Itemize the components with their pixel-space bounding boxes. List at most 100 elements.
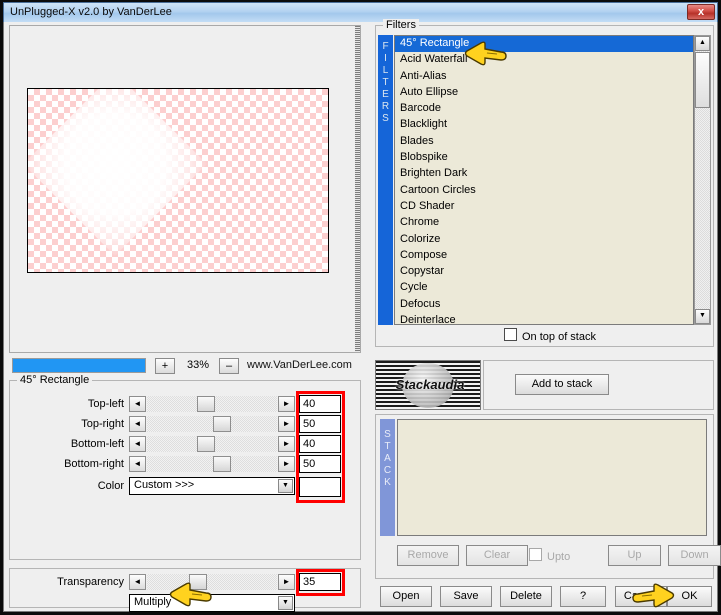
scroll-down-icon[interactable]: ▼ — [695, 309, 710, 324]
stack-side-label: STACK — [380, 419, 395, 536]
list-item[interactable]: Chrome — [395, 215, 693, 231]
param-value-field[interactable]: 50 — [299, 455, 341, 473]
param-label: Top-left — [87, 398, 124, 410]
on-top-of-stack-label: On top of stack — [522, 331, 596, 343]
list-item[interactable]: Anti-Alias — [395, 69, 693, 85]
color-dropdown[interactable]: Custom >>> ▼ — [129, 477, 295, 495]
dialog-buttons: Open Save Delete ? Cancel OK — [375, 584, 714, 610]
decrement-arrow-icon[interactable]: ◄ — [129, 574, 146, 590]
website-link[interactable]: www.VanDerLee.com — [247, 359, 352, 371]
param-value-field[interactable]: 40 — [299, 395, 341, 413]
slider-thumb[interactable] — [197, 396, 215, 412]
filters-scrollbar[interactable]: ▲ ▼ — [694, 35, 711, 325]
transparency-value-field[interactable]: 35 — [299, 573, 341, 591]
transparency-label: Transparency — [57, 576, 124, 588]
stack-list[interactable] — [397, 419, 707, 536]
zoom-out-button[interactable]: – — [219, 358, 239, 374]
preview-scrollbar[interactable] — [355, 26, 360, 352]
on-top-of-stack-checkbox[interactable] — [504, 328, 517, 341]
transparency-group: Transparency ◄ ► 35 Multiply ▼ — [9, 568, 361, 612]
preview-canvas[interactable] — [27, 88, 329, 273]
param-row-top-left: Top-left ◄ ► 40 — [10, 395, 360, 415]
zoom-in-button[interactable]: + — [155, 358, 175, 374]
chevron-down-icon[interactable]: ▼ — [278, 479, 293, 493]
stack-group: STACK Remove Clear Upto Up Down — [375, 414, 721, 579]
param-row-bottom-left: Bottom-left ◄ ► 40 — [10, 435, 360, 455]
upto-option[interactable]: Upto — [529, 548, 570, 563]
param-label: Bottom-right — [64, 458, 124, 470]
list-item[interactable]: Cartoon Circles — [395, 183, 693, 199]
param-value-field[interactable]: 40 — [299, 435, 341, 453]
param-row-color: Color Custom >>> ▼ — [10, 477, 360, 499]
list-item[interactable]: Blades — [395, 134, 693, 150]
slider-track[interactable] — [147, 396, 277, 412]
add-to-stack-button[interactable]: Add to stack — [515, 374, 609, 395]
list-item[interactable]: 45° Rectangle — [395, 36, 693, 53]
help-button[interactable]: ? — [560, 586, 606, 607]
cancel-button[interactable]: Cancel — [615, 586, 667, 607]
slider-thumb[interactable] — [189, 574, 207, 590]
open-button[interactable]: Open — [380, 586, 432, 607]
zoom-progress-bar — [12, 358, 146, 373]
transparency-row: Transparency ◄ ► 35 — [10, 573, 360, 593]
list-item[interactable]: Auto Ellipse — [395, 85, 693, 101]
title-bar: UnPlugged-X v2.0 by VanDerLee x — [3, 2, 718, 22]
slider-track[interactable] — [147, 416, 277, 432]
decrement-arrow-icon[interactable]: ◄ — [129, 416, 146, 432]
parameters-group: 45° Rectangle Top-left ◄ ► 40 Top-right … — [9, 374, 361, 560]
save-button[interactable]: Save — [440, 586, 492, 607]
down-button[interactable]: Down — [668, 545, 721, 566]
list-item[interactable]: Compose — [395, 248, 693, 264]
up-button[interactable]: Up — [608, 545, 661, 566]
list-item[interactable]: Blobspike — [395, 150, 693, 166]
color-swatch[interactable] — [299, 477, 341, 497]
on-top-of-stack-option[interactable]: On top of stack — [504, 328, 596, 343]
list-item[interactable]: CD Shader — [395, 199, 693, 215]
blend-mode-value: Multiply — [134, 596, 172, 608]
increment-arrow-icon[interactable]: ► — [278, 396, 295, 412]
list-item[interactable]: Barcode — [395, 101, 693, 117]
list-item[interactable]: Copystar — [395, 264, 693, 280]
list-item[interactable]: Defocus — [395, 297, 693, 313]
ok-button[interactable]: OK — [667, 586, 712, 607]
filters-side-label: FILTERS — [378, 35, 393, 325]
delete-button[interactable]: Delete — [500, 586, 552, 607]
chevron-down-icon[interactable]: ▼ — [278, 596, 293, 610]
plugin-window: UnPlugged-X v2.0 by VanDerLee x + 33% – … — [0, 0, 721, 615]
blend-mode-dropdown[interactable]: Multiply ▼ — [129, 594, 295, 612]
list-item[interactable]: Cycle — [395, 280, 693, 296]
preview-pane[interactable] — [9, 25, 361, 353]
list-item[interactable]: Deinterlace — [395, 313, 693, 324]
slider-track[interactable] — [147, 574, 277, 590]
list-item[interactable]: Acid Waterfall — [395, 52, 693, 68]
param-value-field[interactable]: 50 — [299, 415, 341, 433]
increment-arrow-icon[interactable]: ► — [278, 574, 295, 590]
slider-track[interactable] — [147, 436, 277, 452]
slider-thumb[interactable] — [197, 436, 215, 452]
param-label: Top-right — [81, 418, 124, 430]
clear-button[interactable]: Clear — [466, 545, 528, 566]
list-item[interactable]: Colorize — [395, 232, 693, 248]
increment-arrow-icon[interactable]: ► — [278, 416, 295, 432]
client-area: + 33% – www.VanDerLee.com 45° Rectangle … — [3, 19, 721, 612]
upto-checkbox[interactable] — [529, 548, 542, 561]
stackaudia-logo: Stackaudia — [375, 360, 481, 410]
list-item[interactable]: Blacklight — [395, 117, 693, 133]
slider-thumb[interactable] — [213, 456, 231, 472]
color-dropdown-value: Custom >>> — [134, 479, 195, 491]
slider-track[interactable] — [147, 456, 277, 472]
remove-button[interactable]: Remove — [397, 545, 459, 566]
list-item[interactable]: Brighten Dark — [395, 166, 693, 182]
scrollbar-thumb[interactable] — [695, 52, 710, 108]
decrement-arrow-icon[interactable]: ◄ — [129, 456, 146, 472]
slider-thumb[interactable] — [213, 416, 231, 432]
increment-arrow-icon[interactable]: ► — [278, 436, 295, 452]
window-title: UnPlugged-X v2.0 by VanDerLee — [10, 6, 172, 18]
preview-shape — [28, 89, 207, 256]
decrement-arrow-icon[interactable]: ◄ — [129, 436, 146, 452]
scroll-up-icon[interactable]: ▲ — [695, 36, 710, 51]
increment-arrow-icon[interactable]: ► — [278, 456, 295, 472]
decrement-arrow-icon[interactable]: ◄ — [129, 396, 146, 412]
close-icon[interactable]: x — [687, 4, 715, 20]
filters-list[interactable]: 45° Rectangle Acid Waterfall Anti-Alias … — [394, 35, 694, 325]
